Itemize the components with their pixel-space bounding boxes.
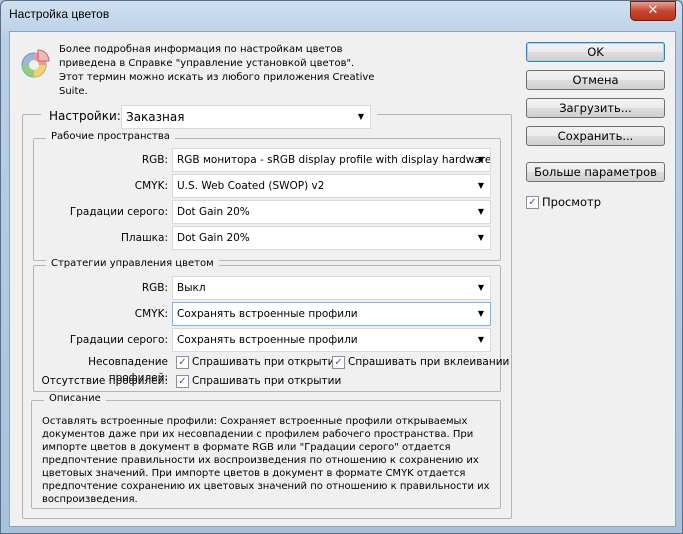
chevron-down-icon: ▼ <box>477 155 484 164</box>
description-title: Описание <box>44 393 106 404</box>
pol-cmyk-label: CMYK: <box>134 308 168 320</box>
dialog-window: Настройка цветов ✕ Более подробная инфор… <box>0 0 683 534</box>
ws-spot-select[interactable]: Dot Gain 20% ▼ <box>172 226 491 250</box>
chevron-down-icon: ▼ <box>477 181 484 190</box>
mismatch-paste-label: Спрашивать при вклеивании <box>348 356 510 368</box>
mismatch-open-label: Спрашивать при открытии <box>192 356 342 368</box>
policies-title: Стратегии управления цветом <box>46 258 219 269</box>
load-button[interactable]: Загрузить... <box>526 98 665 118</box>
ws-cmyk-value: U.S. Web Coated (SWOP) v2 <box>177 180 325 192</box>
settings-group: Настройки: Заказная ▼ Рабочие пространств… <box>22 105 512 519</box>
ws-rgb-value: RGB монитора - sRGB display profile with… <box>177 154 491 166</box>
missing-label: Отсутствие профилей: <box>41 375 168 387</box>
checkmark-icon: ✓ <box>526 196 539 209</box>
preview-label: Просмотр <box>542 195 602 209</box>
working-spaces-title: Рабочие пространства <box>46 131 175 142</box>
ws-rgb-select[interactable]: RGB монитора - sRGB display profile with… <box>172 148 491 172</box>
pol-gray-value: Сохранять встроенные профили <box>177 334 358 346</box>
chevron-down-icon: ▼ <box>477 283 484 292</box>
chevron-down-icon: ▼ <box>477 335 484 344</box>
more-options-button[interactable]: Больше параметров <box>526 162 665 182</box>
missing-open-label: Спрашивать при открытии <box>192 375 342 387</box>
pol-gray-label: Градации серого: <box>69 334 168 346</box>
chevron-down-icon: ▼ <box>477 309 484 318</box>
description-group: Описание Оставлять встроенные профили: С… <box>31 393 501 509</box>
close-icon: ✕ <box>647 3 659 18</box>
ws-spot-label: Плашка: <box>121 232 168 244</box>
window-title: Настройка цветов <box>9 7 110 21</box>
save-button[interactable]: Сохранить... <box>526 126 665 146</box>
pol-cmyk-select[interactable]: Сохранять встроенные профили ▼ <box>172 302 491 326</box>
missing-open-checkbox[interactable]: ✓ Спрашивать при открытии <box>176 373 341 389</box>
checkmark-icon: ✓ <box>176 355 189 369</box>
ws-rgb-label: RGB: <box>141 154 168 166</box>
close-button[interactable]: ✕ <box>630 1 676 21</box>
settings-label: Настройки: <box>49 109 121 123</box>
ws-spot-value: Dot Gain 20% <box>177 232 250 244</box>
pol-rgb-value: Выкл <box>177 282 206 294</box>
pol-cmyk-value: Сохранять встроенные профили <box>177 308 358 320</box>
working-spaces-group: Рабочие пространства RGB: RGB монитора -… <box>33 131 501 261</box>
chevron-down-icon: ▼ <box>477 233 484 242</box>
pol-rgb-label: RGB: <box>141 282 168 294</box>
settings-header: Настройки: Заказная ▼ <box>41 105 377 129</box>
mismatch-paste-checkbox[interactable]: ✓ Спрашивать при вклеивании <box>332 354 509 370</box>
checkmark-icon: ✓ <box>332 355 345 369</box>
ws-gray-value: Dot Gain 20% <box>177 206 250 218</box>
pol-gray-select[interactable]: Сохранять встроенные профили ▼ <box>172 328 491 352</box>
color-settings-icon <box>21 49 50 78</box>
ws-gray-select[interactable]: Dot Gain 20% ▼ <box>172 200 491 224</box>
chevron-down-icon: ▼ <box>477 207 484 216</box>
dialog-client: Более подробная информация по настройкам… <box>9 31 676 527</box>
ws-cmyk-label: CMYK: <box>134 180 168 192</box>
ok-button[interactable]: OK <box>526 42 665 62</box>
chevron-down-icon: ▼ <box>357 112 364 121</box>
mismatch-open-checkbox[interactable]: ✓ Спрашивать при открытии <box>176 354 341 370</box>
ws-gray-label: Градации серого: <box>69 206 168 218</box>
policies-group: Стратегии управления цветом RGB: Выкл ▼ C… <box>33 258 509 392</box>
checkmark-icon: ✓ <box>176 374 189 388</box>
pol-rgb-select[interactable]: Выкл ▼ <box>172 276 491 300</box>
description-text: Оставлять встроенные профили: Сохраняет … <box>42 416 490 505</box>
info-text: Более подробная информация по настройкам… <box>59 44 375 97</box>
cancel-button[interactable]: Отмена <box>526 70 665 90</box>
settings-value: Заказная <box>126 110 185 124</box>
settings-select[interactable]: Заказная ▼ <box>121 105 371 129</box>
preview-checkbox[interactable]: ✓ Просмотр <box>526 194 601 210</box>
ws-cmyk-select[interactable]: U.S. Web Coated (SWOP) v2 ▼ <box>172 174 491 198</box>
